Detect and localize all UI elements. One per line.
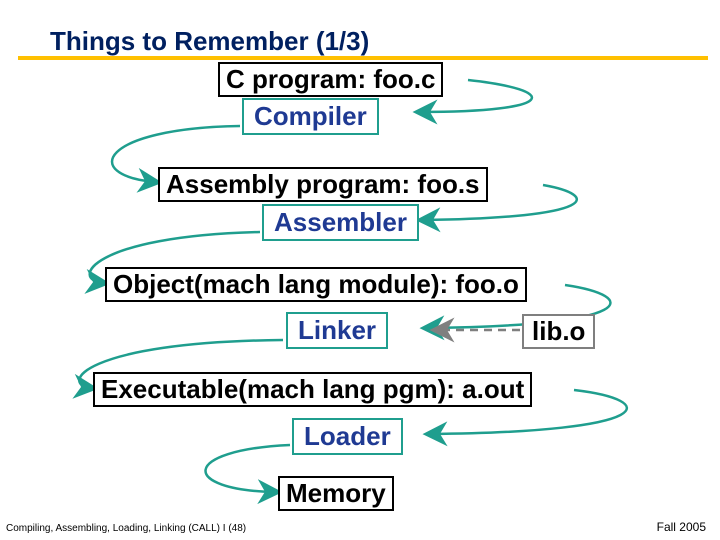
- footer-left: Compiling, Assembling, Loading, Linking …: [6, 523, 246, 534]
- stage-compiler: Compiler: [242, 98, 379, 135]
- stage-assembler: Assembler: [262, 204, 419, 241]
- title-underline: [18, 56, 708, 60]
- stage-linker: Linker: [286, 312, 388, 349]
- box-asm-program: Assembly program: foo.s: [158, 167, 488, 202]
- stage-loader: Loader: [292, 418, 403, 455]
- box-lib: lib.o: [522, 314, 595, 349]
- box-executable: Executable(mach lang pgm): a.out: [93, 372, 532, 407]
- box-object: Object(mach lang module): foo.o: [105, 267, 527, 302]
- box-memory: Memory: [278, 476, 394, 511]
- box-c-program: C program: foo.c: [218, 62, 443, 97]
- slide-title: Things to Remember (1/3): [50, 26, 369, 57]
- footer-right: Fall 2005: [657, 520, 706, 534]
